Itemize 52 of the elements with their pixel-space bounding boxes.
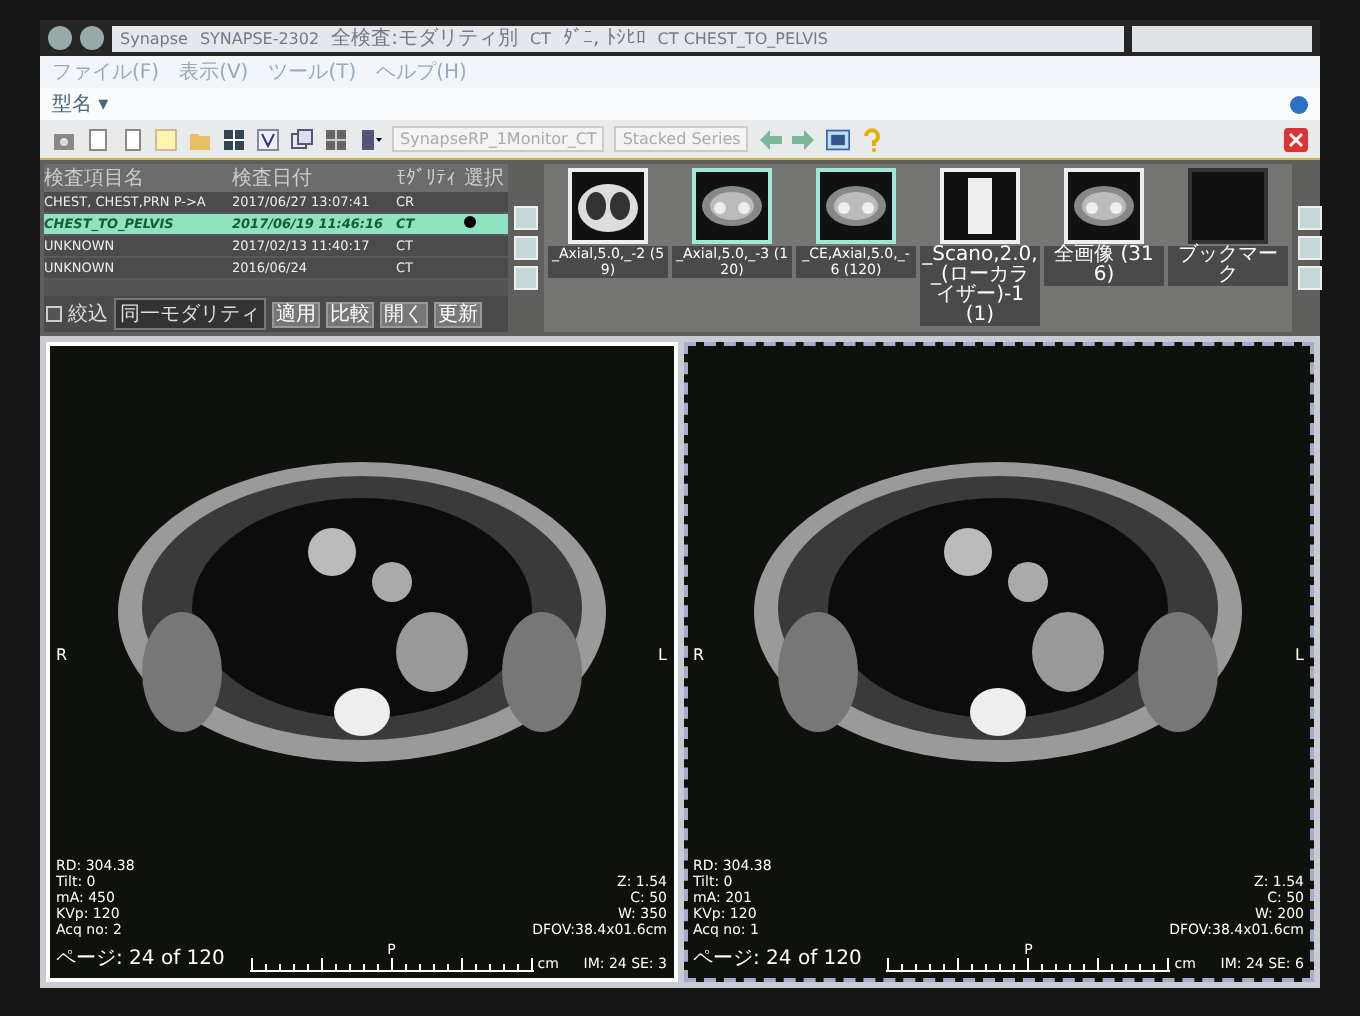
v-icon [256,127,280,151]
filter-label: 絞込 [68,301,108,328]
note-icon [154,127,178,151]
modality-dropdown[interactable]: 同一モダリティ [114,298,266,330]
filter-checkbox[interactable] [46,306,62,322]
help-icon [860,127,885,151]
left-arrow-icon [758,127,783,151]
search-field[interactable] [1132,25,1312,51]
action-button[interactable]: 開く [380,301,428,327]
menu-item[interactable]: ファイル(F) [52,58,160,86]
clipboard-icon [86,127,110,151]
series-dropdown[interactable]: Stacked Series [614,126,749,152]
page-icon [120,127,144,151]
series-caption: ブックマーク [1168,246,1288,286]
orientation-label: R [56,646,68,664]
monitor-icon [826,127,851,151]
page-counter: ページ: 24 of 120 [56,946,225,972]
menu-item[interactable]: ツール(T) [268,58,357,86]
address-bar[interactable]: Synapse SYNAPSE-2302 全検査:モダリティ別 CT ﾀﾞﾆ, ﾄｼﾋﾛ CT CHEST_TO_PELVIS [112,25,1124,51]
right-arrow-icon [792,127,817,151]
orientation-label: L [1295,646,1304,664]
page-counter: ページ: 24 of 120 [693,946,862,972]
overlap-icon [290,127,314,151]
breadcrumb-item[interactable]: 全検査:モダリティ別 [331,25,518,51]
forward-button[interactable] [80,26,104,50]
breadcrumb-item[interactable]: CT [529,25,551,51]
help-icon [1290,95,1308,113]
tile-icon [324,127,348,151]
breadcrumb-item[interactable]: CT CHEST_TO_PELVIS [657,25,828,51]
layout-dropdown[interactable]: SynapseRP_1Monitor_CT [392,126,605,152]
stack-icon [358,127,382,151]
column-header: 選択 [464,166,504,192]
series-thumbnail[interactable] [1188,168,1268,244]
menu-item[interactable]: ヘルプ(H) [376,58,467,86]
column-header: 検査日付 [232,165,314,192]
layout-menu[interactable]: 型名 ▾ [52,90,109,118]
action-button[interactable]: 更新 [434,301,482,327]
orientation-label: R [693,646,705,664]
grid-icon [222,127,246,151]
action-button[interactable]: 比較 [326,301,374,327]
series-caption: _Scano,2.0,_(ローカライザー)-1 (1) [920,246,1040,326]
back-button[interactable] [48,26,72,50]
column-header: 検査項目名 [44,165,146,192]
series-caption: 全画像 (316) [1044,246,1164,286]
column-header: ﾓﾀﾞﾘﾃｨ [396,166,458,190]
breadcrumb-item[interactable]: Synapse [120,25,188,51]
menu-item[interactable]: 表示(V) [179,58,249,86]
breadcrumb-item[interactable]: ﾀﾞﾆ, ﾄｼﾋﾛ [562,25,646,51]
breadcrumb-item[interactable]: SYNAPSE-2302 [199,25,320,51]
action-button[interactable]: 適用 [272,301,320,327]
orientation-label: L [658,646,667,664]
close-icon [1284,127,1308,151]
